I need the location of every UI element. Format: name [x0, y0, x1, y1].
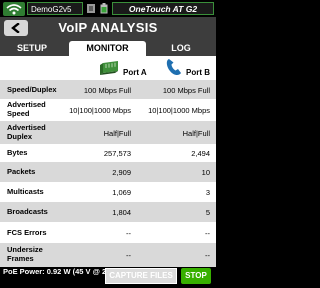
battery-icon	[100, 3, 108, 14]
phone-icon	[166, 59, 181, 76]
port-b-value: --	[205, 229, 210, 238]
port-a-value: Half|Full	[103, 129, 131, 138]
port-b-value: 10|100|1000 Mbps	[148, 106, 210, 115]
tab-setup[interactable]: SETUP	[0, 41, 64, 56]
row-label: Broadcasts	[7, 207, 48, 216]
port-a-value: --	[126, 251, 131, 260]
table-row: Multicasts 1,069 3	[0, 182, 216, 202]
port-b-label: Port B	[186, 68, 210, 77]
row-label: FCS Errors	[7, 228, 47, 237]
capture-files-button[interactable]: CAPTURE FILES	[105, 268, 177, 284]
port-a-value: 10|100|1000 Mbps	[69, 106, 131, 115]
table-row: Packets 2,909 10	[0, 162, 216, 182]
port-a-value: --	[126, 229, 131, 238]
row-label: Multicasts	[7, 187, 44, 196]
port-a-label: Port A	[123, 68, 147, 77]
port-a-value: 1,069	[112, 188, 131, 197]
device-name-label[interactable]: DemoG2v5	[27, 2, 83, 15]
tab-monitor[interactable]: MONITOR	[69, 41, 146, 56]
port-b-value: 5	[205, 208, 210, 217]
table-row: Advertised Duplex Half|Full Half|Full	[0, 121, 216, 144]
port-b-value: 2,494	[191, 149, 210, 158]
port-a-value: 257,573	[103, 149, 131, 158]
port-b-value: 3	[205, 188, 210, 197]
port-a-value: 2,909	[112, 168, 131, 177]
port-b-value: 10	[201, 168, 210, 177]
monitor-panel: Port A Port B Speed/Duplex 100 Mbps Full…	[0, 56, 216, 267]
status-bar: DemoG2v5 OneTouch AT G2	[0, 0, 216, 17]
row-label: Advertised Duplex	[7, 123, 46, 141]
row-label: Advertised Speed	[7, 100, 46, 118]
port-a-value: 1,804	[112, 208, 131, 217]
row-label: Undersize Frames	[7, 245, 43, 263]
table-row: Speed/Duplex 100 Mbps Full 100 Mbps Full	[0, 80, 216, 99]
stop-button[interactable]: STOP	[181, 268, 211, 284]
bottom-bar: CAPTURE FILES STOP	[0, 268, 216, 288]
page-title: VoIP ANALYSIS	[58, 20, 158, 35]
port-header: Port A Port B	[0, 56, 216, 80]
wifi-icon[interactable]	[3, 2, 25, 16]
port-b-value: Half|Full	[182, 129, 210, 138]
back-button[interactable]	[4, 20, 28, 36]
table-row: Broadcasts 1,804 5	[0, 202, 216, 222]
table-row: Advertised Speed 10|100|1000 Mbps 10|100…	[0, 99, 216, 121]
row-label: Packets	[7, 167, 36, 176]
table-row: Undersize Frames -- --	[0, 243, 216, 267]
tools-icon[interactable]	[86, 3, 96, 14]
row-label: Bytes	[7, 148, 28, 157]
back-arrow-icon	[11, 23, 20, 33]
ethernet-port-icon	[100, 61, 118, 75]
title-bar: VoIP ANALYSIS	[0, 17, 216, 39]
model-name-label: OneTouch AT G2	[112, 2, 214, 15]
tab-bar: SETUP MONITOR LOG	[0, 39, 216, 56]
table-row: FCS Errors -- --	[0, 222, 216, 243]
port-b-value: 100 Mbps Full	[162, 86, 210, 95]
table-row: Bytes 257,573 2,494	[0, 144, 216, 162]
port-a-value: 100 Mbps Full	[83, 86, 131, 95]
port-b-value: --	[205, 251, 210, 260]
row-label: Speed/Duplex	[7, 85, 57, 94]
tab-log[interactable]: LOG	[146, 41, 216, 56]
